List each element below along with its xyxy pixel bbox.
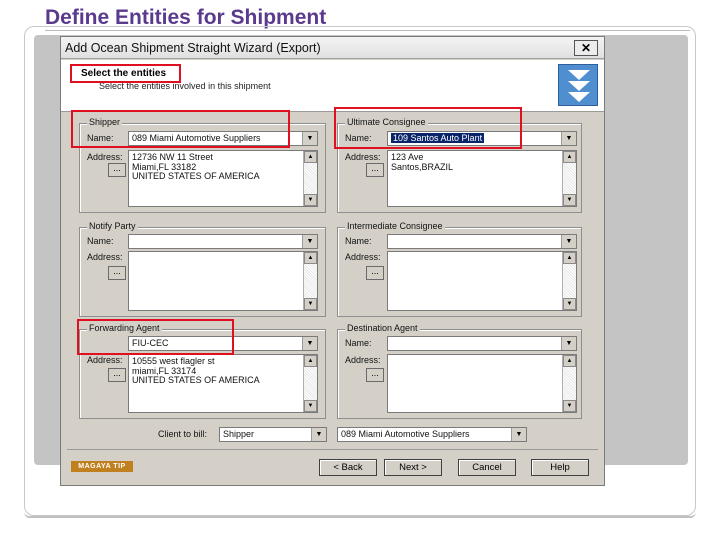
client-type-combo[interactable]: Shipper ▼ — [219, 427, 327, 442]
scroll-down-icon[interactable]: ▼ — [304, 400, 317, 412]
scroll-up-icon[interactable]: ▲ — [563, 151, 576, 163]
scroll-down-icon[interactable]: ▼ — [304, 298, 317, 310]
window-title: Add Ocean Shipment Straight Wizard (Expo… — [65, 41, 321, 55]
scrollbar[interactable]: ▲ ▼ — [303, 252, 317, 310]
notify-address-button[interactable]: ... — [108, 266, 126, 280]
highlight-box-shipper — [71, 110, 290, 148]
intermediate-name-label: Name: — [345, 236, 372, 246]
footer-separator — [67, 449, 598, 450]
address-line: UNITED STATES OF AMERICA — [132, 171, 260, 181]
intermediate-address-label: Address: — [345, 252, 381, 262]
intermediate-address-field[interactable]: ▲ ▼ — [387, 251, 577, 311]
magaya-tip-logo: MAGAYA TIP — [71, 461, 133, 472]
destination-agent-group-label: Destination Agent — [345, 323, 420, 333]
chevron-down-icon[interactable]: ▼ — [561, 235, 576, 248]
scroll-up-icon[interactable]: ▲ — [304, 151, 317, 163]
intermediate-name-combo[interactable]: ▼ — [387, 234, 577, 249]
chevron-down-icon[interactable]: ▼ — [561, 337, 576, 350]
scrollbar[interactable]: ▲ ▼ — [562, 151, 576, 206]
chevron-down-icon[interactable]: ▼ — [302, 235, 317, 248]
frame-shadow — [24, 512, 696, 518]
help-button[interactable]: Help — [531, 459, 589, 476]
chevron-down-icon[interactable]: ▼ — [561, 132, 576, 145]
consignee-address-field[interactable]: 123 Ave Santos,BRAZIL ▲ ▼ — [387, 150, 577, 207]
highlight-box-step-title — [70, 64, 181, 83]
wizard-chevrons-icon — [558, 64, 598, 106]
notify-address-label: Address: — [87, 252, 123, 262]
destination-address-label: Address: — [345, 355, 381, 365]
scrollbar[interactable]: ▲ ▼ — [303, 151, 317, 206]
slide: Define Entities for Shipment Add Ocean S… — [0, 0, 720, 540]
scroll-down-icon[interactable]: ▼ — [563, 400, 576, 412]
forwarding-address-field[interactable]: 10555 west flagler st miami,FL 33174 UNI… — [128, 354, 318, 413]
intermediate-consignee-group-label: Intermediate Consignee — [345, 221, 445, 231]
close-button[interactable]: ✕ — [574, 40, 598, 56]
forwarding-address-label: Address: — [87, 355, 123, 365]
chevron-down-icon[interactable]: ▼ — [511, 428, 526, 441]
destination-name-label: Name: — [345, 338, 372, 348]
scroll-up-icon[interactable]: ▲ — [304, 252, 317, 264]
scrollbar[interactable]: ▲ ▼ — [562, 355, 576, 412]
shipper-address-label: Address: — [87, 152, 123, 162]
client-entity-combo[interactable]: 089 Miami Automotive Suppliers ▼ — [337, 427, 527, 442]
scrollbar[interactable]: ▲ ▼ — [303, 355, 317, 412]
intermediate-address-button[interactable]: ... — [366, 266, 384, 280]
notify-name-combo[interactable]: ▼ — [128, 234, 318, 249]
highlight-box-forwarding — [77, 319, 234, 355]
notify-address-field[interactable]: ▲ ▼ — [128, 251, 318, 311]
window-titlebar[interactable]: Add Ocean Shipment Straight Wizard (Expo… — [61, 37, 604, 59]
scroll-down-icon[interactable]: ▼ — [304, 194, 317, 206]
client-type-value: Shipper — [223, 429, 255, 439]
back-button[interactable]: < Back — [319, 459, 377, 476]
scroll-up-icon[interactable]: ▲ — [563, 355, 576, 367]
shipper-address-field[interactable]: 12736 NW 11 Street Miami,FL 33182 UNITED… — [128, 150, 318, 207]
consignee-address-button[interactable]: ... — [366, 163, 384, 177]
cancel-button[interactable]: Cancel — [458, 459, 516, 476]
consignee-address-label: Address: — [345, 152, 381, 162]
destination-address-field[interactable]: ▲ ▼ — [387, 354, 577, 413]
notify-name-label: Name: — [87, 236, 114, 246]
forwarding-address-button[interactable]: ... — [108, 368, 126, 382]
chevron-down-icon[interactable]: ▼ — [302, 132, 317, 145]
client-to-bill-label: Client to bill: — [158, 429, 208, 439]
destination-name-combo[interactable]: ▼ — [387, 336, 577, 351]
scrollbar[interactable]: ▲ ▼ — [562, 252, 576, 310]
next-button[interactable]: Next > — [384, 459, 442, 476]
scroll-down-icon[interactable]: ▼ — [563, 194, 576, 206]
highlight-box-consignee — [334, 107, 522, 149]
scroll-up-icon[interactable]: ▲ — [563, 252, 576, 264]
destination-address-button[interactable]: ... — [366, 368, 384, 382]
scroll-up-icon[interactable]: ▲ — [304, 355, 317, 367]
notify-party-group-label: Notify Party — [87, 221, 138, 231]
shipper-address-button[interactable]: ... — [108, 163, 126, 177]
address-line: UNITED STATES OF AMERICA — [132, 375, 260, 385]
address-line: Santos,BRAZIL — [391, 161, 454, 172]
wizard-window: Add Ocean Shipment Straight Wizard (Expo… — [60, 36, 605, 486]
chevron-down-icon[interactable]: ▼ — [302, 337, 317, 350]
client-entity-value: 089 Miami Automotive Suppliers — [341, 429, 470, 439]
chevron-down-icon[interactable]: ▼ — [311, 428, 326, 441]
scroll-down-icon[interactable]: ▼ — [563, 298, 576, 310]
